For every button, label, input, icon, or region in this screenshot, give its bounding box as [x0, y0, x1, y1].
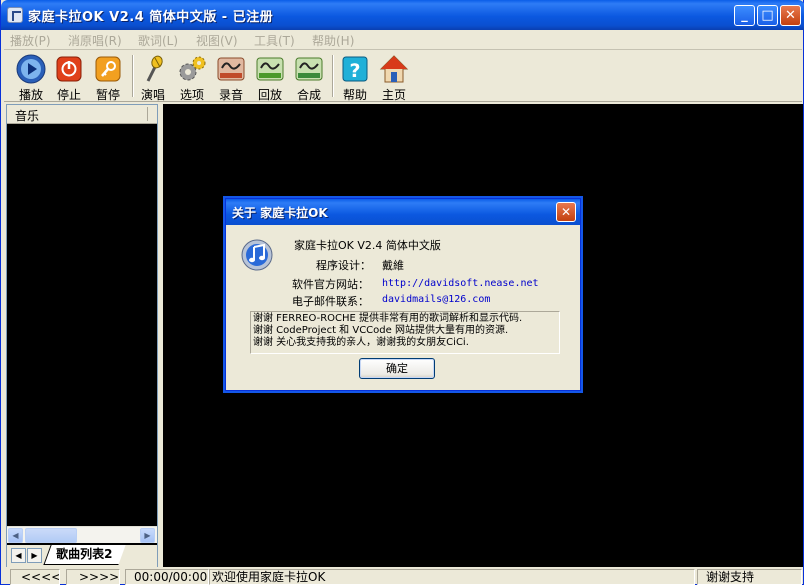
sing-label: 演唱 [140, 88, 165, 102]
menu-lyrics[interactable]: 歌词(L) [138, 32, 178, 49]
toolbar: 播放 停止 暂停 演唱 选项 录音 回放 合成 ? 帮助 主页 [4, 51, 802, 102]
email-link[interactable]: davidmails@126.com [382, 294, 490, 305]
toolbar-separator [132, 55, 134, 97]
maximize-button[interactable]: □ [757, 5, 778, 26]
play-button[interactable]: 播放 [13, 54, 49, 103]
song-list-panel[interactable]: 音乐 ◀ ▶ ◀ ▶ 歌曲列表2 [6, 104, 158, 567]
site-link[interactable]: http://davidsoft.nease.net [382, 278, 539, 289]
help-button[interactable]: ? 帮助 [337, 54, 373, 103]
about-dialog: 关于 家庭卡拉OK ✕ 家庭卡拉OK V2.4 简体中文版 程序设计： 戴維 软… [225, 198, 581, 391]
play-circle-icon [16, 54, 46, 84]
scroll-thumb[interactable] [25, 528, 77, 543]
tab-prev-icon[interactable]: ◀ [11, 548, 26, 563]
svg-text:?: ? [349, 60, 360, 82]
next-button[interactable]: >>>> [66, 569, 120, 585]
tab-song-list-2[interactable]: 歌曲列表2 [43, 545, 126, 565]
main-window: 家庭卡拉OK V2.4 简体中文版 - 已注册 _ □ ✕ 播放(P) 消原唱(… [0, 0, 804, 585]
mix-button[interactable]: 合成 [291, 54, 327, 103]
gears-icon [177, 54, 207, 84]
email-label: 电子邮件联系： [292, 295, 369, 308]
site-label: 软件官方网站： [292, 278, 369, 291]
designer-label: 程序设计： [316, 259, 371, 272]
home-label: 主页 [381, 88, 406, 102]
playback-label: 回放 [257, 88, 282, 102]
menu-play[interactable]: 播放(P) [10, 32, 51, 49]
about-title-bar[interactable]: 关于 家庭卡拉OK ✕ [226, 199, 580, 225]
home-button[interactable]: 主页 [376, 54, 412, 103]
sound-playback-icon [255, 54, 285, 84]
time-readout: 00:00/00:00 [125, 569, 209, 585]
stop-label: 停止 [56, 88, 81, 102]
playback-button[interactable]: 回放 [252, 54, 288, 103]
status-bar: <<<< >>>> 00:00/00:00 欢迎使用家庭卡拉OK 谢谢支持 [4, 568, 802, 585]
scroll-left-icon[interactable]: ◀ [8, 528, 23, 543]
about-close-button[interactable]: ✕ [556, 202, 576, 222]
tab-next-icon[interactable]: ▶ [27, 548, 42, 563]
stop-button[interactable]: 停止 [51, 54, 87, 103]
toolbar-separator [332, 55, 334, 97]
app-music-icon[interactable] [7, 7, 23, 23]
designer-name: 戴維 [382, 259, 404, 272]
close-button[interactable]: ✕ [780, 5, 801, 26]
credit-line: 谢谢 CodeProject 和 VCCode 网站提供大量有用的资源. [253, 325, 509, 336]
sing-button[interactable]: 演唱 [135, 54, 171, 103]
menu-tools[interactable]: 工具(T) [254, 32, 295, 49]
title-bar[interactable]: 家庭卡拉OK V2.4 简体中文版 - 已注册 _ □ ✕ [1, 0, 804, 30]
mix-label: 合成 [296, 88, 321, 102]
credit-line: 谢谢 FERREO-ROCHE 提供非常有用的歌词解析和显示代码. [253, 313, 523, 324]
pause-button[interactable]: 暂停 [90, 54, 126, 103]
column-header[interactable]: 音乐 [7, 105, 157, 124]
record-button[interactable]: 录音 [213, 54, 249, 103]
sound-mix-icon [294, 54, 324, 84]
options-button[interactable]: 选项 [174, 54, 210, 103]
menu-bar: 播放(P) 消原唱(R) 歌词(L) 视图(V) 工具(T) 帮助(H) [4, 30, 802, 50]
about-product: 家庭卡拉OK V2.4 简体中文版 [294, 239, 441, 252]
window-title: 家庭卡拉OK V2.4 简体中文版 - 已注册 [28, 10, 274, 25]
microphone-icon [138, 54, 168, 84]
pause-label: 暂停 [95, 88, 120, 102]
sound-record-icon [216, 54, 246, 84]
home-house-icon [379, 54, 409, 84]
record-label: 录音 [218, 88, 243, 102]
horizontal-scrollbar[interactable]: ◀ ▶ [7, 526, 157, 543]
tab-song-list-2-label: 歌曲列表2 [56, 547, 113, 561]
playlist-tab-strip: ◀ ▶ 歌曲列表2 [7, 545, 157, 567]
column-header-music: 音乐 [15, 109, 40, 123]
options-label: 选项 [179, 88, 204, 102]
stop-power-icon [54, 54, 84, 84]
credit-line: 谢谢 关心我支持我的亲人，谢谢我的女朋友CiCi. [253, 337, 469, 348]
ok-button[interactable]: 确定 [359, 358, 435, 379]
thanks-support: 谢谢支持 [697, 569, 802, 585]
help-label: 帮助 [342, 88, 367, 102]
credits-box: 谢谢 FERREO-ROCHE 提供非常有用的歌词解析和显示代码. 谢谢 Cod… [250, 311, 560, 354]
scroll-right-icon[interactable]: ▶ [140, 528, 155, 543]
status-message: 欢迎使用家庭卡拉OK [209, 569, 695, 585]
menu-help[interactable]: 帮助(H) [312, 32, 354, 49]
key-pause-icon [93, 54, 123, 84]
music-note-icon [240, 238, 274, 272]
menu-view[interactable]: 视图(V) [196, 32, 238, 49]
minimize-button[interactable]: _ [734, 5, 755, 26]
menu-remove-vocals[interactable]: 消原唱(R) [68, 32, 122, 49]
play-label: 播放 [18, 88, 43, 102]
prev-button[interactable]: <<<< [10, 569, 60, 585]
help-question-icon: ? [340, 54, 370, 84]
about-title: 关于 家庭卡拉OK [232, 206, 328, 220]
